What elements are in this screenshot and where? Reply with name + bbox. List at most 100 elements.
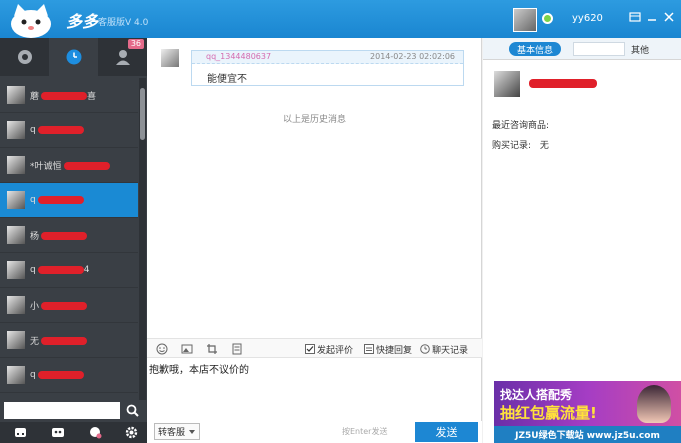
user-name[interactable]: yy620: [572, 13, 603, 24]
sidebar: 36 蘑喜q*叶诚恒q杨q4小无qq无: [0, 38, 147, 443]
sidebar-bottom-toolbar: [0, 422, 147, 443]
contact-item[interactable]: q4: [0, 253, 138, 288]
customer-info-panel: 基本信息 其他 最近咨询商品: 购买记录: 无 找达人搭配秀 抽红包赢流量! J…: [483, 38, 681, 443]
contact-name-redacted: [41, 92, 88, 100]
settings-gear-icon[interactable]: [124, 425, 138, 439]
tab-blank[interactable]: [573, 42, 625, 56]
customer-profile-avatar: [494, 71, 520, 97]
settings-icon[interactable]: [628, 11, 642, 25]
quick-reply-button[interactable]: 快捷回复: [364, 342, 412, 356]
message-header: qq_1344480637 2014-02-23 02:02:06: [192, 51, 463, 64]
contact-item[interactable]: q: [0, 358, 138, 393]
recent-goods-label: 最近咨询商品:: [492, 121, 550, 131]
contact-name: q: [30, 370, 84, 380]
rate-label: 发起评价: [317, 345, 354, 356]
contact-name: 杨: [30, 229, 88, 242]
rate-button[interactable]: 发起评价: [305, 342, 353, 356]
contact-item[interactable]: q: [0, 183, 138, 218]
close-icon[interactable]: [662, 11, 676, 25]
contact-name: q: [30, 125, 84, 135]
app-name: 多多: [66, 12, 99, 31]
tab-messages[interactable]: [0, 38, 49, 76]
search-input[interactable]: [4, 402, 120, 419]
history-clock-icon: [420, 344, 430, 354]
message-time: 2014-02-23 02:02:06: [370, 52, 455, 61]
tab-recent[interactable]: [49, 38, 98, 76]
contact-avatar: [7, 261, 25, 279]
contact-name: 蘑喜: [30, 89, 96, 102]
contact-avatar: [7, 156, 25, 174]
tab-other[interactable]: 其他: [631, 43, 649, 56]
checkbox-icon: [305, 344, 315, 354]
contact-avatar: [7, 366, 25, 384]
send-button[interactable]: 发送: [415, 422, 478, 442]
message-input[interactable]: 抱歉哦，本店不议价的: [147, 359, 482, 421]
scroll-thumb[interactable]: [140, 88, 145, 140]
contact-name-prefix: *叶诚恒: [30, 161, 62, 172]
title-bar: 多多 客服版V 4.0 yy620: [0, 0, 681, 38]
message-sender[interactable]: qq_1344480637: [206, 52, 271, 61]
contact-item[interactable]: 蘑喜: [0, 78, 138, 113]
ad-model-image: [637, 385, 671, 423]
person-icon: [115, 50, 130, 65]
app-subtitle: 客服版V 4.0: [98, 18, 149, 28]
search-button[interactable]: [124, 402, 141, 419]
online-status-icon[interactable]: [542, 13, 553, 24]
contact-item[interactable]: q: [0, 113, 138, 148]
tab-contacts[interactable]: 36: [98, 38, 147, 76]
calculator-icon[interactable]: [231, 342, 245, 356]
image-icon[interactable]: [181, 342, 195, 356]
chat-history-button[interactable]: 聊天记录: [420, 342, 468, 356]
quick-reply-icon: [364, 344, 374, 354]
chat-panel: qq_1344480637 2014-02-23 02:02:06 能便宜不 以…: [147, 38, 482, 443]
history-note: 以上是历史消息: [282, 115, 346, 125]
customer-avatar[interactable]: [161, 49, 179, 67]
contact-name-prefix: 蘑: [30, 91, 40, 102]
contact-avatar: [7, 226, 25, 244]
contact-item[interactable]: 杨: [0, 218, 138, 253]
contact-name-prefix: q: [30, 125, 36, 135]
contact-name-redacted: [37, 125, 84, 134]
crop-icon[interactable]: [206, 342, 220, 356]
ad-line1: 找达人搭配秀: [500, 388, 573, 402]
contact-name-redacted: [41, 337, 88, 345]
group-icon[interactable]: [51, 425, 65, 439]
message-text: 能便宜不: [207, 74, 247, 85]
contact-name-prefix: 无: [30, 336, 40, 347]
contact-item[interactable]: 小: [0, 288, 138, 323]
emoji-icon[interactable]: [156, 342, 170, 356]
ad-line2: 抽红包赢流量!: [500, 404, 597, 422]
contact-list: 蘑喜q*叶诚恒q杨q4小无qq无: [0, 78, 138, 433]
ad-banner[interactable]: 找达人搭配秀 抽红包赢流量! JZ5U绿色下载站 www.jz5u.com: [494, 381, 681, 443]
share-icon[interactable]: [88, 425, 102, 439]
contact-item[interactable]: 无: [0, 323, 138, 358]
purchase-value: 无: [539, 141, 549, 151]
contact-name: q: [30, 195, 84, 205]
contact-avatar: [7, 296, 25, 314]
contact-avatar: [7, 191, 25, 209]
minimize-icon[interactable]: [645, 11, 659, 25]
contact-name-prefix: q: [30, 370, 36, 380]
contact-avatar: [7, 331, 25, 349]
chat-history-label: 聊天记录: [432, 345, 469, 356]
send-hint: 按Enter发送: [342, 427, 388, 436]
transfer-service-button[interactable]: 转客服: [154, 423, 200, 440]
contact-name-prefix: q: [30, 195, 36, 205]
grid-icon[interactable]: [13, 425, 27, 439]
tab-basic-info[interactable]: 基本信息: [509, 42, 561, 56]
contact-name-redacted: [41, 302, 88, 310]
purchase-label: 购买记录:: [492, 141, 532, 151]
contact-item[interactable]: *叶诚恒: [0, 148, 138, 183]
contact-name-redacted: [63, 162, 110, 170]
message-bubble: qq_1344480637 2014-02-23 02:02:06 能便宜不: [191, 50, 464, 86]
user-avatar[interactable]: [513, 8, 537, 32]
contact-name-redacted: [37, 265, 84, 274]
contact-list-scrollbar[interactable]: [139, 78, 146, 433]
customer-name-redacted: [529, 79, 597, 88]
contact-avatar: [7, 86, 25, 104]
chat-bubble-icon: [17, 50, 32, 64]
clock-icon: [66, 49, 81, 65]
contact-name: q4: [30, 265, 89, 275]
contact-name-prefix: 杨: [30, 231, 40, 242]
unread-badge: 36: [127, 39, 144, 49]
